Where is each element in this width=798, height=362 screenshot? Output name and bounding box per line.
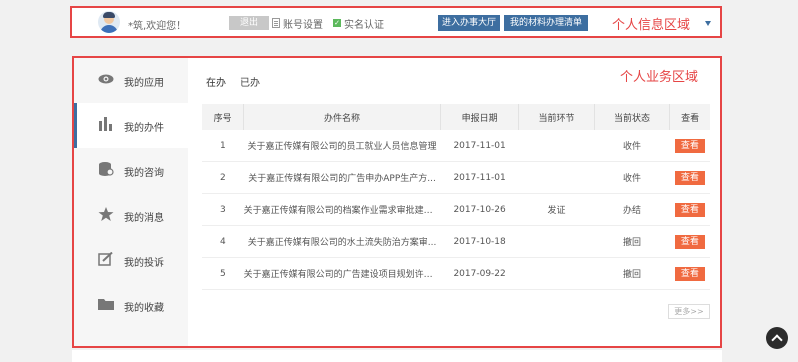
- account-settings-label: 账号设置: [283, 19, 323, 31]
- row-name[interactable]: 关于嘉正传媒有限公司的水土流失防治方案审...: [243, 225, 441, 258]
- cert-label[interactable]: 实名认证: [344, 16, 384, 31]
- sidebar-item-label: 我的办件: [124, 123, 164, 134]
- column-header-step: 当前环节: [518, 104, 595, 130]
- column-header-status: 当前状态: [594, 104, 671, 130]
- personal-info-bar: *筑,欢迎您！ 退出 账号设置 ✓ 实名认证 进入办事大厅 我的材料办理清单 个…: [70, 6, 722, 38]
- row-date: 2017-11-01: [440, 130, 519, 162]
- personal-business-area: 我的应用 我的办件 我的咨询 我的消息 我的投诉 我的收藏 在办 已办 个人业务…: [72, 56, 722, 348]
- check-icon: ✓: [333, 19, 341, 27]
- table-row: 1 关于嘉正传媒有限公司的员工就业人员信息管理 2017-11-01 收件 查看: [202, 130, 710, 162]
- document-icon: [272, 18, 280, 28]
- bar-chart-icon: [99, 117, 112, 131]
- view-button[interactable]: 查看: [674, 170, 705, 185]
- table-row: 5 关于嘉正传媒有限公司的广告建设项目规划许可... 2017-09-22 撤回…: [202, 257, 710, 290]
- sidebar-item-my-cases[interactable]: 我的办件: [74, 103, 188, 148]
- column-header-name: 办件名称: [243, 104, 441, 130]
- row-name[interactable]: 关于嘉正传媒有限公司的广告建设项目规划许可...: [243, 257, 441, 290]
- region-label-personal: 个人信息区域: [612, 18, 691, 33]
- row-date: 2017-11-01: [440, 161, 519, 194]
- sidebar-item-messages[interactable]: 我的消息: [74, 193, 188, 238]
- sidebar-item-consult[interactable]: 我的咨询: [74, 148, 188, 193]
- row-date: 2017-10-26: [440, 193, 519, 226]
- row-status: 撤回: [594, 257, 670, 290]
- avatar[interactable]: [98, 11, 120, 33]
- consult-icon: [99, 162, 114, 176]
- row-name[interactable]: 关于嘉正传媒有限公司的员工就业人员信息管理: [243, 130, 441, 162]
- tab-completed[interactable]: 已办: [240, 74, 260, 89]
- column-header-view: 查看: [669, 104, 710, 130]
- row-no: 1: [202, 130, 244, 162]
- case-tabs: 在办 已办: [206, 74, 260, 89]
- complaint-icon: [98, 252, 113, 266]
- row-step: [518, 257, 595, 290]
- sidebar-item-apps[interactable]: 我的应用: [74, 58, 188, 103]
- enter-hall-button[interactable]: 进入办事大厅: [438, 15, 500, 31]
- sidebar: 我的应用 我的办件 我的咨询 我的消息 我的投诉 我的收藏: [74, 58, 188, 346]
- view-button[interactable]: 查看: [674, 138, 705, 153]
- row-name[interactable]: 关于嘉正传媒有限公司的广告申办APP生产方...: [243, 161, 441, 194]
- view-button[interactable]: 查看: [674, 266, 705, 281]
- row-status: 撤回: [594, 225, 670, 258]
- welcome-text: *筑,欢迎您！: [128, 21, 187, 32]
- sidebar-item-label: 我的应用: [124, 78, 164, 89]
- row-step: [518, 161, 595, 194]
- row-status: 收件: [594, 161, 670, 194]
- row-status: 收件: [594, 130, 670, 162]
- table-row: 2 关于嘉正传媒有限公司的广告申办APP生产方... 2017-11-01 收件…: [202, 161, 710, 194]
- row-date: 2017-09-22: [440, 257, 519, 290]
- sidebar-item-label: 我的消息: [124, 213, 164, 224]
- row-step: 发证: [518, 193, 595, 226]
- more-pager-button[interactable]: 更多>>: [668, 304, 710, 319]
- sidebar-item-label: 我的投诉: [124, 258, 164, 269]
- view-button[interactable]: 查看: [674, 202, 705, 217]
- cases-table: 序号 办件名称 申报日期 当前环节 当前状态 查看 1 关于嘉正传媒有限公司的员…: [202, 104, 710, 290]
- scroll-to-top-button[interactable]: [766, 327, 788, 349]
- my-docs-button[interactable]: 我的材料办理清单: [504, 15, 588, 31]
- row-no: 2: [202, 161, 244, 194]
- row-no: 3: [202, 193, 244, 226]
- row-step: [518, 130, 595, 162]
- column-header-date: 申报日期: [440, 104, 520, 130]
- bottom-panel: [72, 350, 722, 362]
- table-row: 3 关于嘉正传媒有限公司的档案作业需求审批建设... 2017-10-26 发证…: [202, 193, 710, 226]
- row-no: 4: [202, 225, 244, 258]
- table-header-row: 序号 办件名称 申报日期 当前环节 当前状态 查看: [202, 104, 710, 130]
- row-status: 办结: [594, 193, 670, 226]
- row-date: 2017-10-18: [440, 225, 519, 258]
- row-no: 5: [202, 257, 244, 290]
- tab-in-progress[interactable]: 在办: [206, 74, 226, 89]
- sidebar-item-label: 我的收藏: [124, 303, 164, 314]
- eye-icon: [98, 74, 114, 84]
- dropdown-triangle-icon[interactable]: [705, 21, 711, 26]
- sidebar-item-label: 我的咨询: [124, 168, 164, 179]
- folder-icon: [98, 299, 114, 310]
- sidebar-item-favorites[interactable]: 我的收藏: [74, 283, 188, 328]
- region-label-business: 个人业务区域: [620, 70, 699, 85]
- column-header-no: 序号: [202, 104, 245, 130]
- account-settings-link[interactable]: 账号设置 ✓ 实名认证: [272, 16, 384, 31]
- view-button[interactable]: 查看: [674, 234, 705, 249]
- sidebar-item-complaints[interactable]: 我的投诉: [74, 238, 188, 283]
- star-icon: [98, 207, 114, 221]
- logout-button[interactable]: 退出: [229, 16, 269, 30]
- row-step: [518, 225, 595, 258]
- table-row: 4 关于嘉正传媒有限公司的水土流失防治方案审... 2017-10-18 撤回 …: [202, 225, 710, 258]
- row-name[interactable]: 关于嘉正传媒有限公司的档案作业需求审批建设...: [243, 193, 441, 226]
